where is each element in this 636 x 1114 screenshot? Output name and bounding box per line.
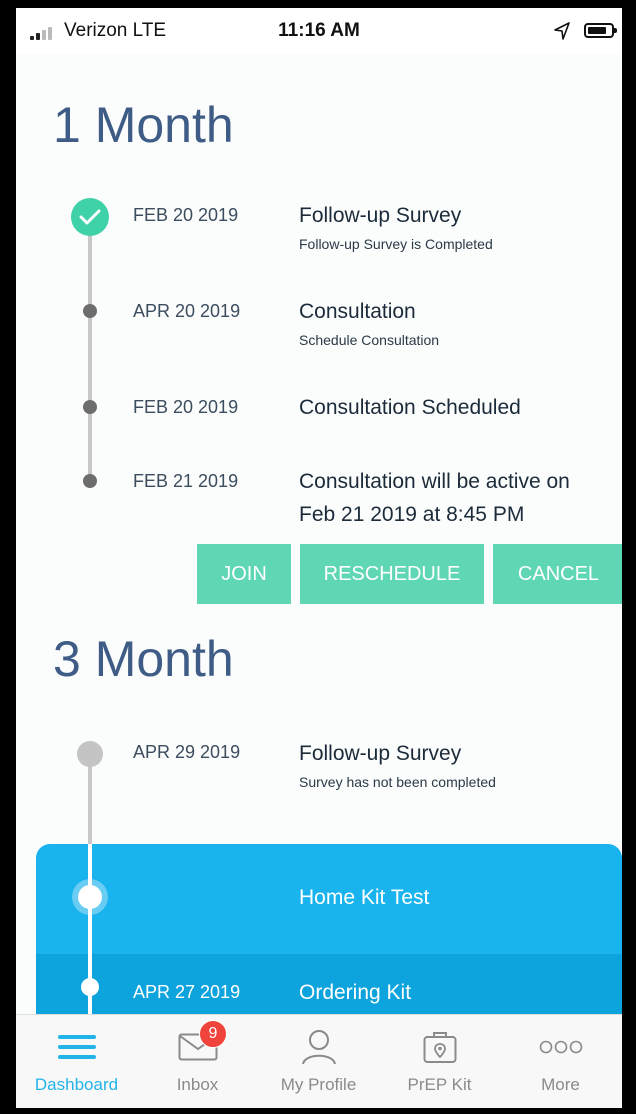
timeline-line xyxy=(88,218,92,482)
more-icon xyxy=(500,1027,621,1067)
tab-label: Inbox xyxy=(176,1075,219,1094)
timeline-dot xyxy=(81,978,99,996)
tab-inbox[interactable]: 9 Inbox xyxy=(137,1015,258,1108)
tab-my-profile[interactable]: My Profile xyxy=(258,1015,379,1108)
tab-bar: Dashboard 9 Inbox My Profile PrEP Kit Mo… xyxy=(16,1014,622,1108)
timeline-dot xyxy=(83,474,97,488)
current-step-indicator xyxy=(72,879,108,915)
tab-prep-kit[interactable]: PrEP Kit xyxy=(379,1015,500,1108)
status-time: 11:16 AM xyxy=(278,20,360,41)
timeline-dot xyxy=(83,304,97,318)
app-screen: Verizon LTE 11:16 AM 1 Month FEB 20 2019… xyxy=(16,8,622,1108)
timeline-dot xyxy=(77,741,103,767)
event-title: Follow-up Survey xyxy=(299,742,462,765)
join-button[interactable]: JOIN xyxy=(197,544,291,604)
profile-icon xyxy=(258,1027,379,1067)
inbox-badge: 9 xyxy=(199,1020,227,1048)
event-date: APR 20 2019 xyxy=(133,301,241,321)
event-subtitle: Schedule Consultation xyxy=(299,332,440,348)
event-subtitle: Follow-up Survey is Completed xyxy=(299,236,493,252)
inbox-icon xyxy=(137,1027,258,1067)
event-date: APR 29 2019 xyxy=(133,742,241,762)
tab-more[interactable]: More xyxy=(500,1015,621,1108)
tab-label: My Profile xyxy=(280,1075,357,1094)
event-date: FEB 21 2019 xyxy=(133,471,239,491)
event-title: Consultation xyxy=(299,300,416,323)
section-title-3-month: 3 Month xyxy=(53,631,234,687)
checkmark-icon xyxy=(71,198,109,236)
event-title: Ordering Kit xyxy=(299,981,412,1004)
tab-label: Dashboard xyxy=(34,1075,119,1094)
event-date: FEB 20 2019 xyxy=(133,397,239,417)
battery-icon xyxy=(584,23,617,38)
tab-dashboard[interactable]: Dashboard xyxy=(16,1015,137,1108)
event-date: FEB 20 2019 xyxy=(133,205,239,225)
kit-icon xyxy=(379,1027,500,1067)
event-date: APR 27 2019 xyxy=(133,982,241,1002)
reschedule-button[interactable]: RESCHEDULE xyxy=(300,544,484,604)
event-title: Consultation Scheduled xyxy=(299,396,521,419)
section-title-1-month: 1 Month xyxy=(53,97,234,153)
event-title: Follow-up Survey xyxy=(299,204,462,227)
timeline-dot xyxy=(83,400,97,414)
event-title-line2: Feb 21 2019 at 8:45 PM xyxy=(299,503,525,526)
dashboard-icon xyxy=(16,1027,137,1067)
cancel-button[interactable]: CANCEL xyxy=(493,544,622,604)
event-title: Consultation will be active on xyxy=(299,470,570,493)
tab-label: More xyxy=(541,1075,580,1094)
event-title: Home Kit Test xyxy=(299,886,430,909)
status-bar: Verizon LTE 11:16 AM xyxy=(16,8,622,54)
location-icon xyxy=(554,22,570,40)
tab-label: PrEP Kit xyxy=(407,1075,472,1094)
event-subtitle: Survey has not been completed xyxy=(299,774,496,790)
